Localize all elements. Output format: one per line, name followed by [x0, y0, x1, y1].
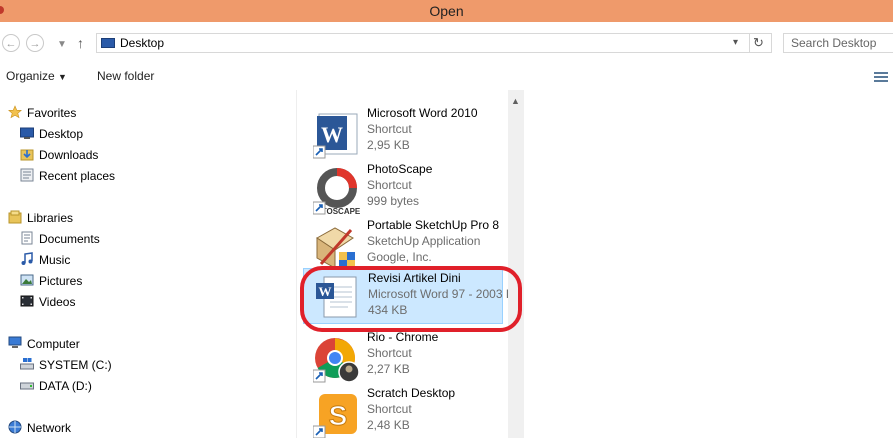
file-list: W Microsoft Word 2010 Shortcut 2,95 KB T… [297, 90, 508, 438]
videos-icon [20, 295, 34, 307]
pictures-icon [20, 274, 34, 286]
recent-locations-chevron-icon[interactable]: ▼ [57, 39, 67, 50]
change-view-icon[interactable] [874, 70, 888, 84]
documents-icon [21, 231, 33, 245]
list-item[interactable]: Rio - Chrome Shortcut 2,27 KB [303, 328, 503, 383]
file-name: Portable SketchUp Pro 8 [367, 218, 500, 232]
file-name: Scratch Desktop [367, 386, 456, 400]
sidebar-item-label: Recent places [39, 169, 116, 183]
navigation-bar: ← → ▼ ↑ Desktop ▾ ↻ Search Desktop [0, 22, 893, 64]
list-item[interactable]: TOSCAPE PhotoScape Shortcut 999 bytes [303, 160, 503, 216]
desktop-icon [101, 38, 115, 48]
libraries-label: Libraries [27, 211, 74, 225]
scratch-icon: S [313, 394, 357, 438]
list-item[interactable]: W Microsoft Word 2010 Shortcut 2,95 KB [303, 104, 503, 159]
computer-icon [8, 336, 22, 348]
up-button[interactable]: ↑ [77, 35, 84, 51]
search-input[interactable]: Search Desktop [791, 36, 876, 50]
file-name: PhotoScape [367, 162, 433, 176]
photoscape-icon: TOSCAPE [313, 168, 361, 216]
word-shortcut-icon: W [313, 113, 358, 159]
refresh-icon[interactable]: ↻ [753, 35, 764, 51]
file-type: Shortcut [367, 122, 412, 136]
downloads-icon [20, 149, 34, 161]
sidebar-item-label: Videos [39, 295, 76, 309]
sketchup-icon [316, 227, 355, 269]
highlight-ring [300, 266, 522, 332]
svg-text:TOSCAPE: TOSCAPE [322, 207, 361, 216]
recent-places-icon [20, 168, 34, 182]
drive-icon [20, 382, 34, 390]
sidebar-item-label: Documents [39, 232, 100, 246]
file-size: 2,95 KB [367, 138, 410, 152]
vertical-scrollbar[interactable]: ▲ [508, 90, 524, 438]
sidebar-item-label: Downloads [39, 148, 99, 162]
command-bar: Organize ▼ New folder [0, 64, 893, 90]
file-type: SketchUp Application [367, 234, 481, 248]
sidebar-item-label: SYSTEM (C:) [39, 358, 112, 372]
file-name: Rio - Chrome [367, 330, 439, 344]
sidebar-item-label: Pictures [39, 274, 83, 288]
window-title: Open [429, 3, 464, 19]
computer-label: Computer [27, 337, 80, 351]
network-icon [8, 420, 22, 434]
address-text: Desktop [120, 36, 165, 50]
file-size: 2,48 KB [367, 418, 410, 432]
star-icon [8, 105, 22, 119]
svg-text:S: S [329, 400, 348, 431]
organize-chevron-icon: ▼ [58, 72, 67, 82]
sidebar-item-label: Desktop [39, 127, 84, 141]
file-type: Shortcut [367, 178, 412, 192]
file-size: 2,27 KB [367, 362, 410, 376]
chrome-icon [313, 338, 360, 383]
windows-drive-icon [20, 358, 34, 370]
new-folder-button[interactable]: New folder [97, 69, 154, 83]
music-icon [21, 252, 33, 265]
address-dropdown-icon[interactable]: ▾ [733, 37, 738, 48]
back-button[interactable]: ← [2, 34, 20, 52]
organize-button[interactable]: Organize ▼ [6, 69, 67, 83]
organize-label: Organize [6, 69, 55, 83]
sidebar-item-label: Music [39, 253, 71, 267]
scroll-up-icon[interactable]: ▲ [511, 96, 520, 106]
list-item[interactable]: Portable SketchUp Pro 8 SketchUp Applica… [303, 216, 503, 269]
file-size: 999 bytes [367, 194, 420, 208]
libraries-icon [8, 210, 22, 224]
navigation-pane: Favorites Desktop Downloads Recent place… [0, 90, 296, 438]
address-divider [749, 34, 750, 52]
file-type: Shortcut [367, 346, 412, 360]
svg-text:W: W [321, 122, 343, 147]
network-label: Network [27, 421, 72, 435]
title-bar: Open [0, 0, 893, 22]
search-box[interactable]: Search Desktop [783, 33, 893, 53]
file-name: Microsoft Word 2010 [367, 106, 478, 120]
file-size: Google, Inc. [367, 250, 432, 264]
forward-button[interactable]: → [26, 34, 44, 52]
sidebar-item-label: DATA (D:) [39, 379, 92, 393]
address-bar[interactable]: Desktop ▾ ↻ [96, 33, 772, 53]
desktop-icon [20, 127, 34, 139]
file-type: Shortcut [367, 402, 412, 416]
favorites-label: Favorites [27, 106, 77, 120]
preview-pane [524, 90, 893, 438]
list-item[interactable]: S Scratch Desktop Shortcut 2,48 KB [303, 384, 503, 438]
